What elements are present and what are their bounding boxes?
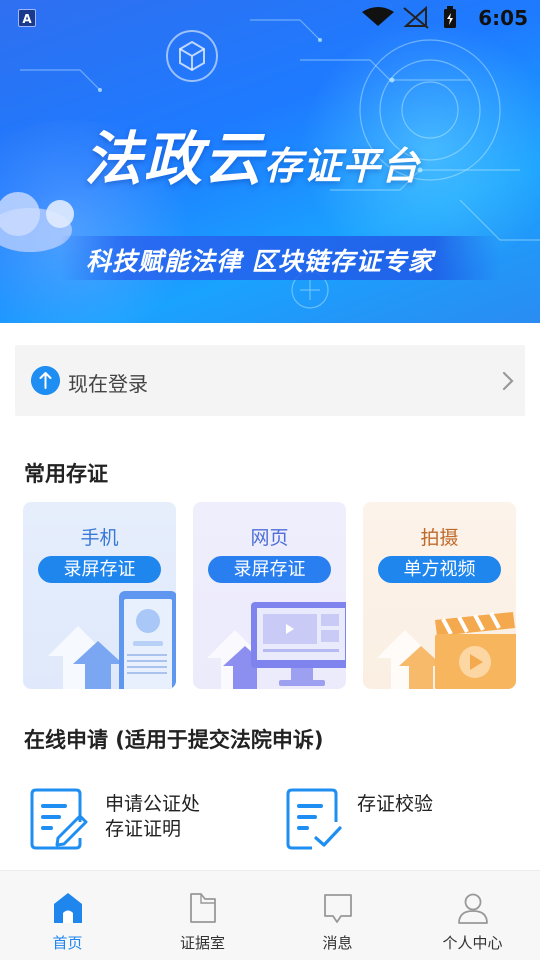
message-icon: [323, 894, 352, 923]
nav-label: 证据室: [179, 934, 225, 952]
nav-label: 消息: [322, 934, 353, 952]
card-web-screen-record[interactable]: 网页 录屏存证: [193, 502, 346, 689]
phone-illustration-icon: [48, 591, 176, 689]
card-title: 手机: [80, 527, 119, 549]
clapperboard-illustration-icon: [377, 612, 516, 689]
banner-title: 法政云存证平台: [84, 112, 420, 196]
document-check-icon: [286, 788, 342, 850]
nav-tab-messages[interactable]: 消息: [270, 871, 405, 960]
app-notification-icon: A: [18, 9, 36, 27]
card-pill: 录屏存证: [38, 556, 161, 583]
banner-title-main: 法政云: [84, 125, 265, 193]
apply-label-line1: 存证校验: [357, 793, 434, 815]
folder-icon: [189, 893, 216, 923]
card-title: 拍摄: [420, 527, 459, 549]
chevron-right-icon: [502, 371, 514, 391]
apply-verify-evidence[interactable]: 存证校验: [284, 780, 504, 855]
monitor-illustration-icon: [207, 602, 346, 689]
battery-charging-icon: [444, 6, 456, 28]
nav-label: 首页: [52, 934, 83, 952]
status-bar: A 6:05: [0, 0, 540, 36]
card-pill: 录屏存证: [208, 556, 331, 583]
bottom-nav: 首页 证据室 消息 个人中心: [0, 870, 540, 960]
card-photo-video[interactable]: 拍摄 单方视频: [363, 502, 516, 689]
nav-tab-evidence-room[interactable]: 证据室: [135, 871, 270, 960]
card-phone-screen-record[interactable]: 手机 录屏存证: [23, 502, 176, 689]
nav-tab-home[interactable]: 首页: [0, 871, 135, 960]
login-label: 现在登录: [68, 372, 148, 396]
nav-tab-profile[interactable]: 个人中心: [405, 871, 540, 960]
home-icon: [53, 893, 82, 923]
apply-notary-certificate[interactable]: 申请公证处 存证证明: [28, 780, 268, 855]
status-icons: [362, 6, 456, 29]
section-title-common: 常用存证: [24, 462, 108, 486]
user-icon: [457, 893, 488, 924]
signal-off-icon: [403, 6, 429, 29]
cube-logo-icon: [166, 30, 218, 82]
card-title: 网页: [250, 527, 289, 549]
wifi-icon: [362, 7, 394, 26]
upload-arrow-icon: [31, 366, 60, 395]
apply-label: 存证校验: [357, 792, 433, 817]
status-time: 6:05: [478, 6, 528, 30]
login-row[interactable]: 现在登录: [15, 345, 525, 416]
document-edit-icon: [30, 788, 88, 850]
banner-title-sub: 存证平台: [264, 144, 421, 188]
banner-subtitle: 科技赋能法律 区块链存证专家: [86, 247, 434, 276]
apply-label: 申请公证处 存证证明: [105, 792, 200, 842]
apply-label-line2: 存证证明: [105, 818, 182, 840]
apply-label-line1: 申请公证处: [105, 793, 201, 815]
hero-banner[interactable]: A 6:05 法政云存证平台 科技赋能法律 区块链存证专家: [0, 0, 540, 323]
nav-label: 个人中心: [442, 934, 503, 952]
section-title-apply: 在线申请 (适用于提交法院申诉): [24, 728, 324, 752]
card-pill: 单方视频: [378, 556, 501, 583]
